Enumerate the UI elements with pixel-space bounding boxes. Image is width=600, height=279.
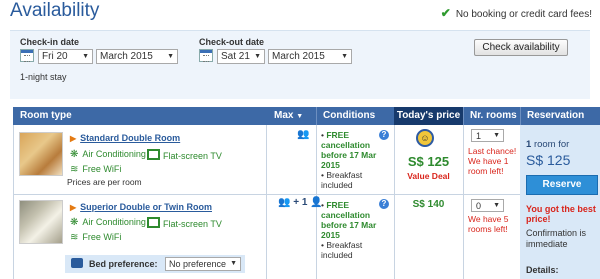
room-price: S$ 140 [412, 199, 445, 210]
feature-free-wifi: ≋ Free WiFi [70, 164, 122, 175]
room-count: 1 room for [526, 139, 570, 150]
nr-rooms-select[interactable]: 1 ▼ [471, 129, 504, 142]
reservation-total: S$ 125 [526, 152, 571, 168]
rooms-left-note: Last chance! We have 1 room left! [468, 146, 517, 176]
feature-flat-screen-tv: Flat-screen TV [147, 149, 222, 161]
price-note: Prices are per room [67, 177, 142, 187]
chevron-down-icon: ▼ [167, 53, 174, 60]
feature-free-wifi: ≋ Free WiFi [70, 232, 122, 243]
chevron-down-icon: ▼ [230, 260, 237, 267]
checkin-calendar-icon[interactable] [20, 49, 34, 62]
arrow-right-icon: ▶ [70, 203, 77, 212]
feature-air-conditioning: ❋ Air Conditioning [70, 217, 146, 228]
wifi-icon: ≋ [70, 232, 79, 243]
checkin-label: Check-in date [20, 37, 80, 47]
tv-icon [147, 217, 160, 228]
chevron-down-icon: ▼ [493, 132, 500, 139]
value-deal-label: Value Deal [407, 171, 450, 181]
room-price: S$ 125 [407, 154, 450, 169]
checkout-day-select[interactable]: Sat 21 ▼ [217, 49, 265, 64]
search-panel: Check-in date Fri 20 ▼ March 2015 ▼ Check-… [10, 30, 590, 99]
header-max: Max ▼ [266, 107, 316, 125]
room-name-link[interactable]: ▶ Superior Double or Twin Room [70, 202, 212, 212]
chevron-down-icon: ▼ [493, 202, 500, 209]
rooms-left-note: We have 5 rooms left! [468, 214, 509, 234]
reservation-panel: 1 room for S$ 125 Reserve You got the be… [520, 125, 600, 279]
feature-flat-screen-tv: Flat-screen TV [147, 217, 222, 229]
confirmation-note: Confirmation is immediate [526, 228, 587, 249]
people-icon: 👥 [297, 129, 310, 140]
reserve-button[interactable]: Reserve [526, 175, 598, 195]
header-nr-rooms: Nr. rooms [463, 107, 520, 125]
conditions-text: • FREE cancellation before 17 Mar 2015 • … [321, 200, 377, 260]
feature-air-conditioning: ❋ Air Conditioning [70, 149, 146, 160]
checkin-month-select[interactable]: March 2015 ▼ [96, 49, 178, 64]
bed-preference-row: Bed preference: No preference ▼ [65, 255, 245, 273]
sort-down-icon: ▼ [296, 113, 304, 120]
no-fees-notice: ✔ No booking or credit card fees! [441, 6, 592, 20]
smiley-icon: ☺ [416, 129, 434, 147]
chevron-down-icon: ▼ [341, 53, 348, 60]
wifi-icon: ❋ [70, 217, 79, 228]
checkin-day-select[interactable]: Fri 20 ▼ [38, 49, 93, 64]
room-photo[interactable] [19, 200, 63, 244]
checkout-month-select[interactable]: March 2015 ▼ [268, 49, 352, 64]
header-todays-price: Today's price [394, 107, 463, 125]
chevron-down-icon: ▼ [254, 53, 261, 60]
wifi-icon: ❋ [70, 149, 79, 160]
tv-icon [147, 149, 160, 160]
chevron-down-icon: ▼ [82, 53, 89, 60]
people-icon: 👥 [278, 197, 291, 208]
conditions-text: • FREE cancellation before 17 Mar 2015 • … [321, 130, 377, 190]
checkout-calendar-icon[interactable] [199, 49, 213, 62]
room-photo[interactable] [19, 132, 63, 176]
help-icon[interactable]: ? [379, 199, 389, 209]
best-price-note: You got the best price! [526, 204, 596, 224]
room-name-link[interactable]: ▶ Standard Double Room [70, 133, 180, 143]
wifi-icon: ≋ [70, 164, 79, 175]
details-label: Details: [526, 265, 559, 275]
bed-icon [71, 258, 83, 268]
header-reservation: Reservation [520, 107, 600, 125]
bed-preference-select[interactable]: No preference ▼ [165, 257, 241, 271]
check-availability-button[interactable]: Check availability [474, 39, 568, 56]
max-occupancy: 👥 + 1 👤 [278, 197, 323, 208]
nr-rooms-select[interactable]: 0 ▼ [471, 199, 504, 212]
help-icon[interactable]: ? [379, 130, 389, 140]
nights-count: 1-night stay [20, 72, 67, 82]
header-room-type: Room type [13, 107, 266, 125]
checkmark-icon: ✔ [440, 6, 451, 20]
bed-preference-label: Bed preference: [89, 259, 158, 269]
page-title: Availability [10, 0, 100, 21]
no-fees-text: No booking or credit card fees! [455, 9, 592, 20]
header-conditions: Conditions [316, 107, 394, 125]
arrow-right-icon: ▶ [70, 134, 77, 143]
checkout-label: Check-out date [199, 37, 265, 47]
